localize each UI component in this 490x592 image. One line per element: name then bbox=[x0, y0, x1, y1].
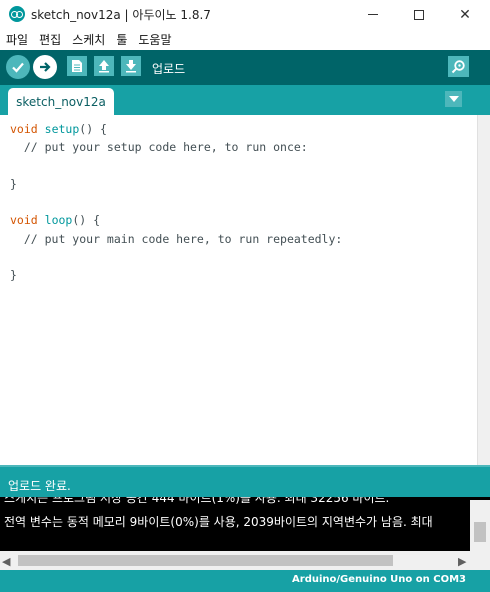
status-message: 업로드 완료. bbox=[8, 479, 71, 493]
triangle-down-icon bbox=[448, 96, 459, 102]
maximize-icon bbox=[414, 9, 424, 20]
toolbar: 업로드 bbox=[0, 50, 490, 85]
save-arrow-down-icon bbox=[126, 60, 136, 73]
tab-bar: sketch_nov12a bbox=[0, 85, 490, 115]
footer-bar: Arduino/Genuino Uno on COM3 bbox=[0, 570, 490, 592]
console-vertical-scrollbar[interactable] bbox=[470, 500, 490, 551]
board-port-label: Arduino/Genuino Uno on COM3 bbox=[292, 574, 466, 585]
console-horizontal-scrollbar[interactable]: ◀ ▶ bbox=[0, 551, 490, 570]
maximize-button[interactable] bbox=[396, 0, 442, 29]
title-bar: sketch_nov12a | 아두이노 1.8.7 ✕ bbox=[0, 0, 490, 29]
serial-monitor-button[interactable] bbox=[448, 56, 469, 77]
menu-bar: 파일 편집 스케치 툴 도움말 bbox=[0, 29, 490, 49]
function-name: loop bbox=[44, 213, 73, 228]
scrollbar-thumb[interactable] bbox=[474, 522, 486, 542]
save-button[interactable] bbox=[121, 56, 141, 76]
console-line: 스케치는 프로그램 저장 공간 444 바이트(1%)를 사용. 최대 3225… bbox=[4, 497, 390, 505]
minimize-button[interactable] bbox=[350, 0, 396, 29]
magnifier-icon bbox=[451, 60, 465, 74]
new-button[interactable] bbox=[67, 56, 87, 76]
keyword: void bbox=[10, 122, 38, 136]
window-title: sketch_nov12a | 아두이노 1.8.7 bbox=[31, 8, 211, 22]
scrollbar-thumb[interactable] bbox=[18, 555, 393, 566]
code-line: } bbox=[10, 176, 17, 191]
menu-edit[interactable]: 편집 bbox=[39, 31, 61, 48]
scroll-right-icon[interactable]: ▶ bbox=[458, 555, 466, 568]
scroll-left-icon[interactable]: ◀ bbox=[2, 555, 10, 568]
function-name: setup bbox=[44, 122, 80, 136]
menu-help[interactable]: 도움말 bbox=[138, 31, 171, 48]
tab-sketch[interactable]: sketch_nov12a bbox=[8, 88, 114, 115]
menu-tools[interactable]: 툴 bbox=[116, 31, 127, 48]
keyword: void bbox=[10, 213, 38, 228]
upload-icon bbox=[40, 62, 51, 72]
open-button[interactable] bbox=[94, 56, 114, 76]
code-line: // put your setup code here, to run once… bbox=[10, 140, 308, 155]
code-line: } bbox=[10, 268, 17, 283]
toolbar-hover-label: 업로드 bbox=[152, 62, 186, 76]
code-text: () { bbox=[79, 122, 107, 136]
code-line: void setup() { bbox=[10, 120, 477, 138]
code-line: void loop() { bbox=[10, 211, 477, 229]
tab-menu-button[interactable] bbox=[445, 91, 462, 107]
code-text: () { bbox=[72, 213, 101, 228]
console-line: 전역 변수는 동적 메모리 9바이트(0%)를 사용, 2039바이트의 지역변… bbox=[4, 515, 433, 529]
arduino-logo-icon bbox=[9, 6, 25, 22]
open-arrow-up-icon bbox=[99, 60, 109, 73]
close-icon: ✕ bbox=[459, 6, 471, 23]
code-line: // put your main code here, to run repea… bbox=[10, 231, 343, 246]
console-output[interactable]: 스케치는 프로그램 저장 공간 444 바이트(1%)를 사용. 최대 3225… bbox=[0, 497, 490, 553]
menu-sketch[interactable]: 스케치 bbox=[72, 31, 105, 48]
status-bar: 업로드 완료. bbox=[0, 467, 490, 497]
menu-file[interactable]: 파일 bbox=[6, 31, 28, 48]
verify-button[interactable] bbox=[6, 55, 30, 79]
minimize-icon bbox=[368, 14, 378, 15]
new-file-icon bbox=[72, 60, 82, 72]
upload-button[interactable] bbox=[33, 55, 57, 79]
close-button[interactable]: ✕ bbox=[442, 0, 488, 29]
code-editor[interactable]: void setup() { // put your setup code he… bbox=[0, 115, 477, 465]
verify-icon bbox=[12, 62, 24, 73]
editor-scrollbar[interactable] bbox=[477, 115, 490, 465]
